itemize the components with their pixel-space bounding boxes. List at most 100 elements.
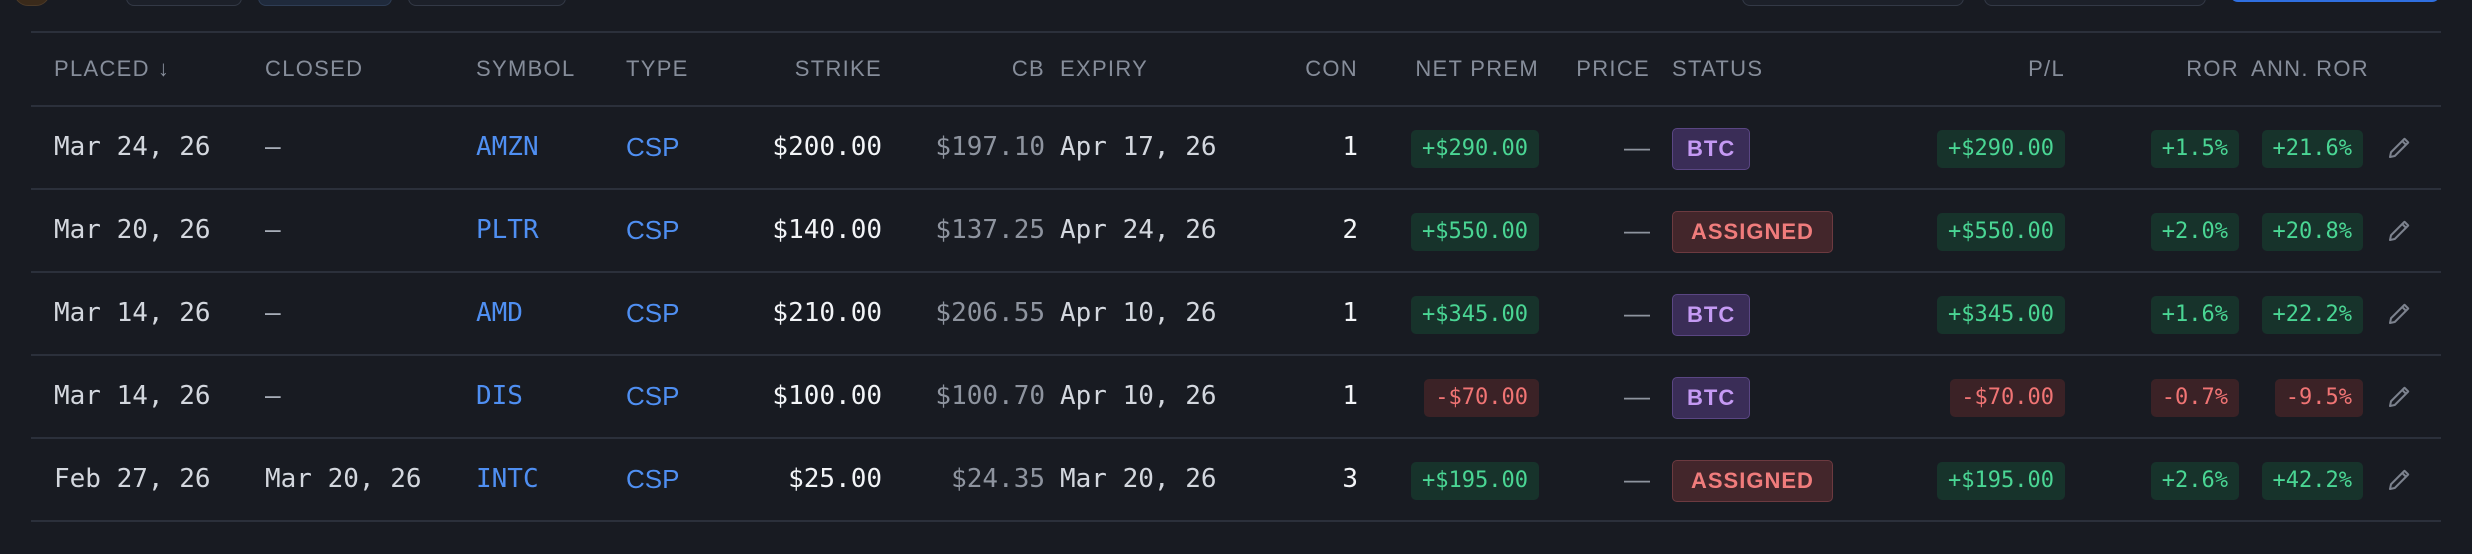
col-header-con[interactable]: CON <box>1251 31 1358 106</box>
type-link[interactable]: CSP <box>626 272 679 354</box>
edit-button[interactable] <box>2385 298 2415 328</box>
filter-button-2[interactable] <box>258 0 392 6</box>
pl-pill: +$290.00 <box>1937 130 2065 169</box>
col-header-placed-label: PLACED <box>54 56 150 81</box>
row-divider <box>31 520 2441 522</box>
cost-basis-value: $137.25 <box>935 215 1045 245</box>
pencil-icon <box>2389 469 2410 490</box>
primary-action-button[interactable] <box>2230 0 2440 2</box>
symbol-link[interactable]: INTC <box>476 438 539 520</box>
col-header-strike[interactable]: STRIKE <box>711 31 882 106</box>
table-row[interactable]: Mar 14, 26 — DIS CSP $100.00 $100.70 Apr… <box>31 355 2441 437</box>
table-row[interactable]: Feb 27, 26 Mar 20, 26 INTC CSP $25.00 $2… <box>31 438 2441 520</box>
net-prem-pill: +$290.00 <box>1411 130 1539 169</box>
net-prem-pill: +$195.00 <box>1411 462 1539 501</box>
col-header-pl[interactable]: P/L <box>1911 31 2065 106</box>
edit-button[interactable] <box>2385 464 2415 494</box>
type-link[interactable]: CSP <box>626 106 679 188</box>
expiry-date: Apr 10, 26 <box>1060 298 1217 328</box>
table-row[interactable]: Mar 24, 26 — AMZN CSP $200.00 $197.10 Ap… <box>31 106 2441 188</box>
pl-cell: +$290.00 <box>1911 106 2065 188</box>
price-value: — <box>1624 381 1650 411</box>
ror-pill: -0.7% <box>2150 379 2239 418</box>
ror-pill: +2.6% <box>2150 462 2239 501</box>
toolbar-avatar[interactable] <box>14 0 50 6</box>
closed-date: Mar 20, 26 <box>265 464 422 494</box>
ann-ror-cell: +42.2% <box>2251 438 2363 520</box>
cost-basis-value: $100.70 <box>935 381 1045 411</box>
filter-button-3[interactable] <box>408 0 566 6</box>
col-header-net-prem[interactable]: NET PREM <box>1371 31 1539 106</box>
pl-cell: -$70.00 <box>1911 355 2065 437</box>
table-row[interactable]: Mar 20, 26 — PLTR CSP $140.00 $137.25 Ap… <box>31 189 2441 271</box>
col-header-closed[interactable]: CLOSED <box>265 31 363 106</box>
edit-button[interactable] <box>2385 381 2415 411</box>
ann-ror-pill: +22.2% <box>2261 296 2363 335</box>
strike-value: $25.00 <box>788 464 882 494</box>
ror-cell: +1.6% <box>2091 272 2239 354</box>
net-prem-cell: +$290.00 <box>1371 106 1539 188</box>
net-prem-cell: +$195.00 <box>1371 438 1539 520</box>
pencil-icon <box>2389 137 2410 158</box>
date-from-input[interactable] <box>1742 0 1964 6</box>
status-badge: BTC <box>1672 377 1751 420</box>
strike-value: $210.00 <box>772 298 882 328</box>
pl-pill: +$345.00 <box>1937 296 2065 335</box>
closed-date: — <box>265 215 281 245</box>
col-header-cb[interactable]: CB <box>911 31 1045 106</box>
pl-cell: +$195.00 <box>1911 438 2065 520</box>
type-link[interactable]: CSP <box>626 355 679 437</box>
symbol-link[interactable]: DIS <box>476 355 523 437</box>
placed-date: Feb 27, 26 <box>54 464 211 494</box>
strike-value: $200.00 <box>772 132 882 162</box>
col-header-ror[interactable]: ROR <box>2091 31 2239 106</box>
strike-value: $140.00 <box>772 215 882 245</box>
table-row[interactable]: Mar 14, 26 — AMD CSP $210.00 $206.55 Apr… <box>31 272 2441 354</box>
col-header-symbol[interactable]: SYMBOL <box>476 31 576 106</box>
pl-cell: +$550.00 <box>1911 189 2065 271</box>
type-link[interactable]: CSP <box>626 438 679 520</box>
pl-cell: +$345.00 <box>1911 272 2065 354</box>
pl-pill: -$70.00 <box>1950 379 2065 418</box>
symbol-link[interactable]: AMD <box>476 272 523 354</box>
price-value: — <box>1624 215 1650 245</box>
col-header-placed[interactable]: PLACED ↓ <box>54 31 170 106</box>
closed-date: — <box>265 381 281 411</box>
col-header-status[interactable]: STATUS <box>1672 31 1763 106</box>
net-prem-pill: +$345.00 <box>1411 296 1539 335</box>
status-badge: BTC <box>1672 294 1751 337</box>
filter-button-1[interactable] <box>126 0 242 6</box>
col-header-type[interactable]: TYPE <box>626 31 689 106</box>
ror-cell: +1.5% <box>2091 106 2239 188</box>
table-header: PLACED ↓ CLOSED SYMBOL TYPE STRIKE CB EXP… <box>31 31 2441 106</box>
contracts-value: 2 <box>1342 215 1358 245</box>
contracts-value: 3 <box>1342 464 1358 494</box>
placed-date: Mar 14, 26 <box>54 298 211 328</box>
ror-cell: +2.6% <box>2091 438 2239 520</box>
cost-basis-value: $206.55 <box>935 298 1045 328</box>
edit-button[interactable] <box>2385 215 2415 245</box>
edit-button[interactable] <box>2385 132 2415 162</box>
col-header-expiry[interactable]: EXPIRY <box>1060 31 1148 106</box>
status-badge: ASSIGNED <box>1672 460 1833 503</box>
pl-pill: +$195.00 <box>1937 462 2065 501</box>
type-link[interactable]: CSP <box>626 189 679 271</box>
contracts-value: 1 <box>1342 298 1358 328</box>
closed-date: — <box>265 132 281 162</box>
symbol-link[interactable]: AMZN <box>476 106 539 188</box>
status-cell: BTC <box>1672 355 1751 437</box>
status-badge: ASSIGNED <box>1672 211 1833 254</box>
col-header-price[interactable]: PRICE <box>1551 31 1650 106</box>
net-prem-cell: -$70.00 <box>1371 355 1539 437</box>
col-header-ann-ror[interactable]: ANN. ROR <box>2251 31 2368 106</box>
ann-ror-pill: +21.6% <box>2261 130 2363 169</box>
date-to-input[interactable] <box>1984 0 2206 6</box>
pencil-icon <box>2389 220 2410 241</box>
strike-value: $100.00 <box>772 381 882 411</box>
pencil-icon <box>2389 303 2410 324</box>
expiry-date: Apr 17, 26 <box>1060 132 1217 162</box>
contracts-value: 1 <box>1342 132 1358 162</box>
status-cell: ASSIGNED <box>1672 189 1833 271</box>
pl-pill: +$550.00 <box>1937 213 2065 252</box>
symbol-link[interactable]: PLTR <box>476 189 539 271</box>
